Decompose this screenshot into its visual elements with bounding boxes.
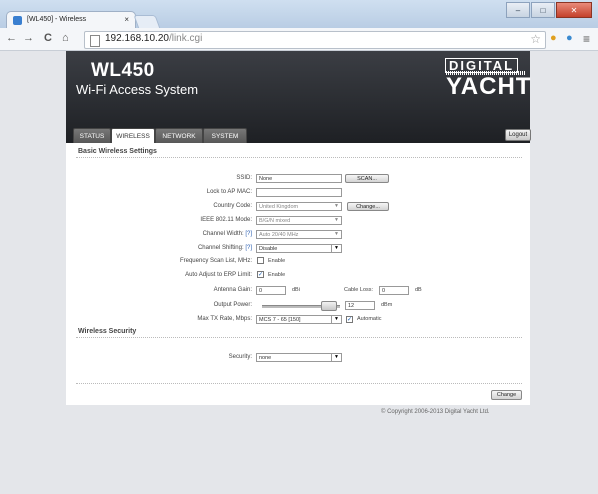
channel-width-help-link[interactable]: [?] [245, 231, 252, 237]
ssid-input[interactable]: None [256, 174, 342, 183]
divider [76, 383, 522, 384]
output-power-unit: dBm [381, 302, 393, 308]
antenna-gain-label: Antenna Gain: [213, 287, 252, 293]
country-code-value: United Kingdom [259, 204, 299, 210]
home-icon[interactable]: ⌂ [62, 32, 69, 44]
tab-status[interactable]: STATUS [73, 128, 111, 144]
window-controls: – □ ✕ [506, 2, 592, 18]
channel-width-select[interactable]: Auto 20/40 MHz ▼ [256, 230, 342, 239]
address-bar[interactable]: 192.168.10.20/link.cgi ☆ [84, 31, 546, 49]
brand-logo-bottom: YACHT [446, 73, 532, 100]
erp-limit-label: Auto Adjust to ERP Limit: [185, 272, 252, 278]
max-tx-rate-select[interactable]: MCS 7 - 65 [150] ▼ [256, 315, 342, 324]
lock-ap-mac-input[interactable] [256, 188, 342, 197]
country-code-select[interactable]: United Kingdom ▼ [256, 202, 342, 211]
channel-width-label: Channel Width: [?] [132, 231, 252, 237]
country-code-label: Country Code: [213, 203, 252, 209]
tab-title: [WL450] - Wireless [27, 16, 87, 23]
divider [76, 157, 522, 158]
back-icon[interactable]: ← [6, 32, 17, 44]
menu-icon[interactable]: ≡ [583, 32, 590, 46]
channel-shifting-value: Disable [259, 246, 278, 252]
product-name: WL450 [91, 60, 155, 81]
cable-loss-input[interactable]: 0 [379, 286, 409, 295]
ieee-mode-label: IEEE 802.11 Mode: [200, 217, 252, 223]
cable-loss-unit: dB [415, 287, 422, 293]
url-host: 192.168.10.20 [105, 33, 169, 44]
max-tx-rate-label: Max TX Rate, Mbps: [197, 316, 252, 322]
wireless-security-heading: Wireless Security [78, 328, 137, 335]
security-select[interactable]: none ▼ [256, 353, 342, 362]
chevron-down-icon: ▼ [331, 245, 341, 252]
antenna-gain-unit: dBi [292, 287, 300, 293]
close-window-button[interactable]: ✕ [556, 2, 592, 18]
erp-limit-checkbox[interactable]: ✓ [257, 271, 264, 278]
extension-icon[interactable]: ● [550, 32, 557, 44]
product-subtitle: Wi-Fi Access System [76, 82, 199, 97]
chevron-down-icon: ▼ [334, 217, 339, 223]
ieee-mode-value: B/G/N mixed [259, 218, 291, 224]
minimize-button[interactable]: – [506, 2, 530, 18]
chevron-down-icon: ▼ [331, 354, 341, 361]
frequency-scan-label: Frequency Scan List, MHz: [179, 258, 252, 264]
chevron-down-icon: ▼ [334, 203, 339, 209]
tab-system[interactable]: SYSTEM [203, 128, 247, 144]
lock-ap-mac-label: Lock to AP MAC: [206, 189, 252, 195]
frequency-scan-enable-label: Enable [268, 258, 286, 264]
change-button[interactable]: Change [491, 390, 522, 400]
maximize-button[interactable]: □ [531, 2, 555, 18]
copyright-text: © Copyright 2006-2013 Digital Yacht Ltd. [381, 409, 490, 415]
channel-shifting-help-link[interactable]: [?] [245, 245, 252, 251]
antenna-gain-input[interactable]: 0 [256, 286, 286, 295]
url-path: /link.cgi [168, 33, 203, 44]
extension-icon[interactable]: ● [566, 32, 573, 44]
channel-shifting-select[interactable]: Disable ▼ [256, 244, 342, 253]
automatic-rate-label: Automatic [357, 316, 382, 322]
channel-width-text: Channel Width: [202, 231, 244, 237]
output-power-input[interactable]: 12 [345, 301, 375, 310]
output-power-slider-thumb[interactable] [320, 301, 337, 311]
tab-close-icon[interactable]: × [124, 15, 129, 24]
channel-width-value: Auto 20/40 MHz [259, 232, 299, 238]
erp-limit-enable-label: Enable [268, 272, 286, 278]
bookmark-star-icon[interactable]: ☆ [530, 32, 541, 46]
browser-tab[interactable]: [WL450] - Wireless × [6, 11, 136, 29]
max-tx-rate-value: MCS 7 - 65 [150] [259, 317, 301, 323]
reload-icon[interactable]: C [44, 32, 52, 44]
new-tab-button[interactable] [133, 15, 161, 29]
ssid-label: SSID: [236, 175, 252, 181]
favicon-icon [13, 16, 22, 25]
output-power-label: Output Power: [213, 302, 252, 308]
tab-network[interactable]: NETWORK [155, 128, 203, 144]
change-country-button[interactable]: Change... [347, 202, 389, 211]
ieee-mode-select[interactable]: B/G/N mixed ▼ [256, 216, 342, 225]
automatic-rate-checkbox[interactable]: ✓ [346, 316, 353, 323]
basic-settings-heading: Basic Wireless Settings [78, 148, 157, 155]
forward-icon[interactable]: → [23, 32, 34, 44]
chevron-down-icon: ▼ [331, 316, 341, 323]
divider [76, 337, 522, 338]
cable-loss-label: Cable Loss: [344, 287, 374, 293]
frequency-scan-checkbox[interactable] [257, 257, 264, 264]
channel-shifting-text: Channel Shifting: [197, 245, 244, 251]
security-value: none [259, 355, 272, 361]
channel-shifting-label: Channel Shifting: [?] [132, 245, 252, 251]
logout-button[interactable]: Logout [505, 129, 531, 141]
page-icon [90, 35, 100, 47]
chevron-down-icon: ▼ [334, 231, 339, 237]
scan-button[interactable]: SCAN... [345, 174, 389, 183]
security-label: Security: [228, 354, 252, 360]
